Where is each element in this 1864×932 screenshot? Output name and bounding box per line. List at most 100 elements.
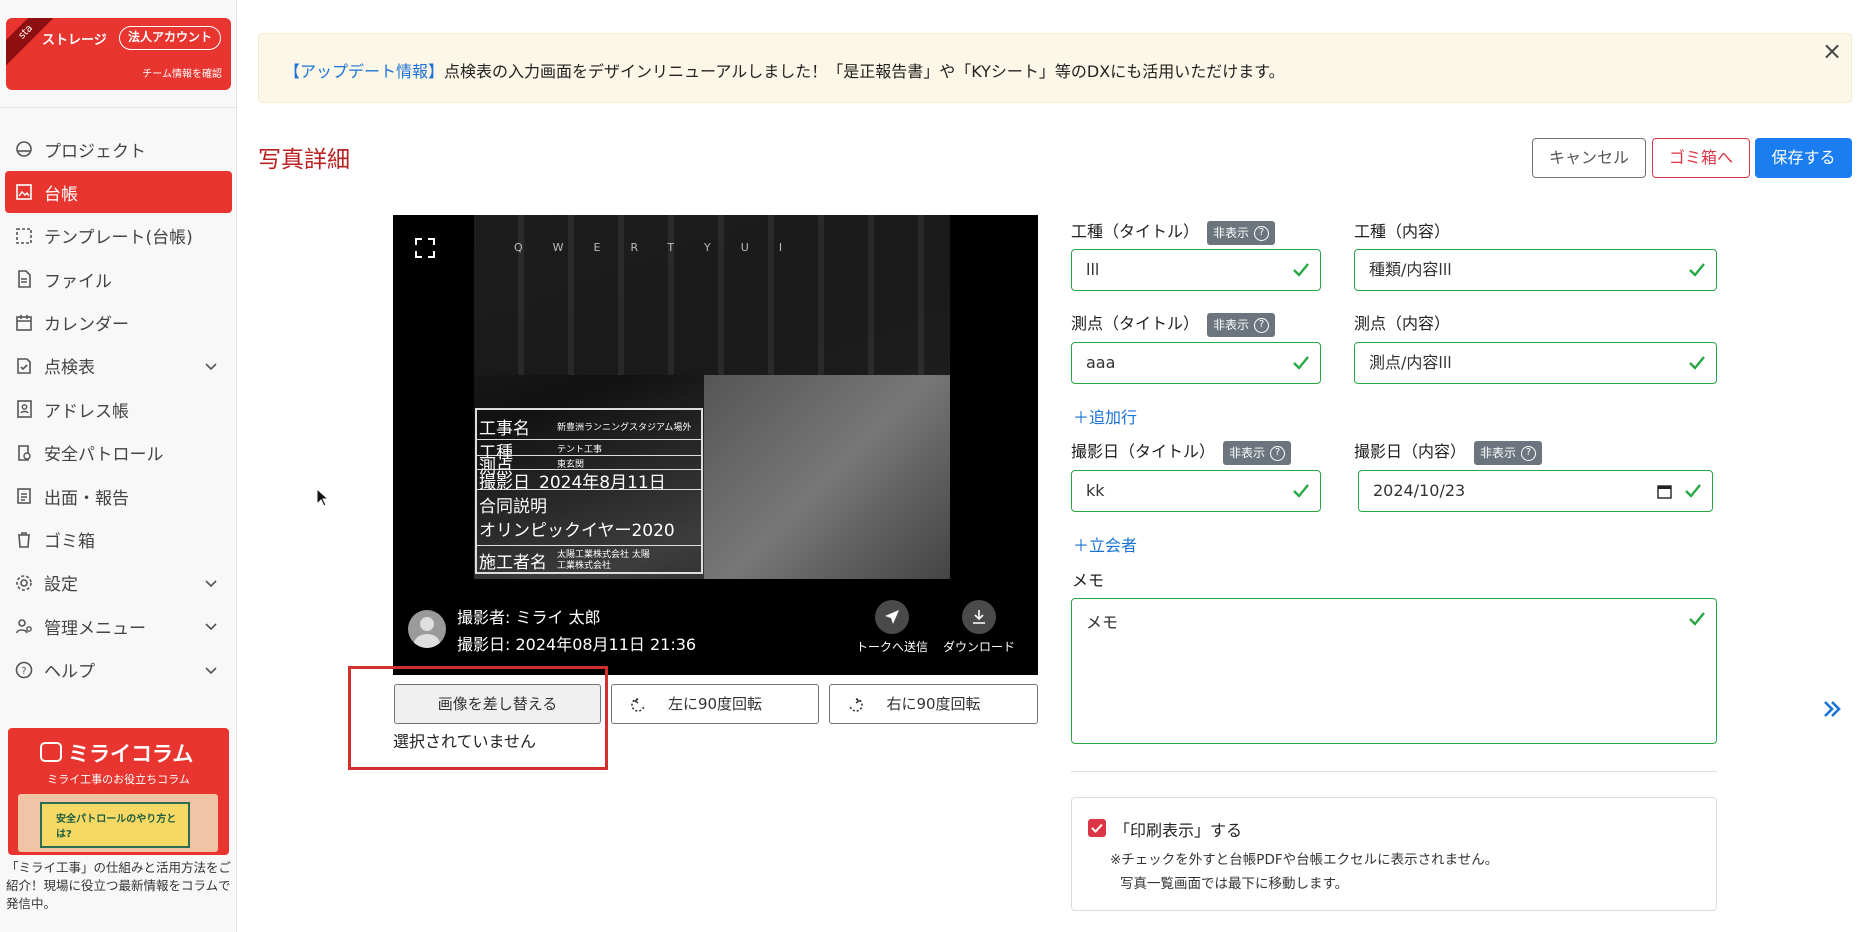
send-to-talk-button[interactable]: トークへ送信 <box>856 600 928 655</box>
sidebar-item-label: プロジェクト <box>44 141 146 162</box>
hide-toggle-badge[interactable]: 非表示? <box>1207 312 1276 337</box>
board-label: オリンピックイヤー2020 <box>479 521 675 541</box>
station-title-label: 測点（タイトル） 非表示? <box>1071 310 1276 337</box>
rotate-left-label: 左に90度回転 <box>667 695 763 713</box>
hide-toggle-badge[interactable]: 非表示? <box>1207 220 1276 245</box>
trackpad-area <box>704 375 950 579</box>
svg-text:?: ? <box>21 666 26 677</box>
mouse-cursor-icon <box>316 488 328 507</box>
rotate-left-button[interactable]: 左に90度回転 <box>611 684 819 724</box>
brand-header[interactable]: sta ストレージ 法人アカウント チーム情報を確認 <box>6 18 231 90</box>
print-note: ※チェックを外すと台帳PDFや台帳エクセルに表示されません。 <box>1110 852 1499 868</box>
chevron-down-icon[interactable] <box>202 661 220 679</box>
sidebar-item-ledger[interactable]: 台帳 <box>5 171 232 214</box>
sidebar-item-calendar[interactable]: カレンダー <box>5 302 232 344</box>
help-icon: ? <box>13 659 35 681</box>
send-icon <box>875 600 909 634</box>
sidebar-divider <box>0 107 237 108</box>
work-type-content-input[interactable]: 種類/内容lll <box>1354 249 1717 291</box>
address-book-icon <box>13 398 35 420</box>
add-witness-link[interactable]: ＋立会者 <box>1073 532 1137 556</box>
chevron-down-icon[interactable] <box>202 617 220 635</box>
station-content-input[interactable]: 測点/内容lll <box>1354 342 1717 384</box>
memo-textarea[interactable]: メモ <box>1071 598 1717 744</box>
date-title-input[interactable]: kk <box>1071 470 1321 512</box>
sidebar-item-address-book[interactable]: アドレス帳 <box>5 388 232 430</box>
help-icon[interactable]: ? <box>1254 225 1270 241</box>
double-chevron-right-icon[interactable] <box>1820 697 1844 721</box>
sidebar-item-label: ヘルプ <box>44 662 95 683</box>
station-title-input[interactable]: aaa <box>1071 342 1321 384</box>
sidebar-item-label: ゴミ箱 <box>44 532 95 553</box>
gear-icon <box>13 572 35 594</box>
fullscreen-icon[interactable] <box>414 237 436 259</box>
trash-icon <box>13 529 35 551</box>
mirai-column-banner[interactable]: ミライコラム ミライ工事のお役立ちコラム 安全パトロールのやり方とは? <box>8 728 229 855</box>
check-icon <box>1293 356 1309 370</box>
team-info-link[interactable]: チーム情報を確認 <box>142 65 222 80</box>
report-icon <box>13 485 35 507</box>
check-icon <box>1689 263 1705 277</box>
sidebar-item-label: 台帳 <box>44 184 78 205</box>
shot-date: 撮影日: 2024年08月11日 21:36 <box>457 635 697 654</box>
work-type-title-input[interactable]: lll <box>1071 249 1321 291</box>
sidebar-item-label: 設定 <box>44 575 78 596</box>
chevron-down-icon[interactable] <box>202 574 220 592</box>
sidebar-item-admin-menu[interactable]: 管理メニュー <box>5 605 232 647</box>
check-icon <box>1293 263 1309 277</box>
help-icon[interactable]: ? <box>1521 445 1537 461</box>
board-label: 合同説明 <box>479 497 547 517</box>
chevron-down-icon[interactable] <box>202 357 220 375</box>
sidebar-item-settings[interactable]: 設定 <box>5 562 232 604</box>
hide-toggle-badge[interactable]: 非表示? <box>1474 440 1543 465</box>
close-icon[interactable]: × <box>1819 38 1845 64</box>
print-display-section: 「印刷表示」する ※チェックを外すと台帳PDFや台帳エクセルに表示されません。 … <box>1071 797 1717 911</box>
construction-blackboard: 工事名 新豊洲ランニングスタジアム場外 工種 テント工事 測点 東玄関 撮影日 … <box>475 408 703 574</box>
safety-patrol-icon <box>13 442 35 464</box>
send-talk-label: トークへ送信 <box>856 640 929 654</box>
board-label: 工事名 <box>479 419 530 439</box>
column-art-text: 安全パトロールのやり方とは? <box>56 814 177 840</box>
sidebar-item-safety-patrol[interactable]: 安全パトロール <box>5 432 232 474</box>
sidebar-item-project[interactable]: プロジェクト <box>5 128 232 170</box>
help-icon[interactable]: ? <box>1270 445 1286 461</box>
sidebar-item-file[interactable]: ファイル <box>5 258 232 300</box>
sidebar-item-label: 点検表 <box>44 358 95 379</box>
calendar-icon <box>13 312 35 334</box>
calendar-icon[interactable] <box>1657 484 1672 499</box>
project-icon <box>13 138 35 160</box>
sidebar-item-trash[interactable]: ゴミ箱 <box>5 519 232 561</box>
sidebar-item-label: テンプレート(台帳) <box>44 228 193 249</box>
rotate-right-icon <box>849 698 863 712</box>
avatar <box>408 610 446 648</box>
section-divider <box>1071 771 1717 772</box>
sidebar-item-template[interactable]: テンプレート(台帳) <box>5 215 232 257</box>
board-label: 施工者名 <box>479 553 547 573</box>
template-icon <box>13 225 35 247</box>
sidebar-item-report[interactable]: 出面・報告 <box>5 475 232 517</box>
sidebar-item-label: カレンダー <box>44 315 129 336</box>
ledger-icon <box>13 181 35 203</box>
photographer: 撮影者: ミライ 太郎 <box>457 608 601 627</box>
column-subtitle: ミライ工事のお役立ちコラム <box>47 773 190 786</box>
print-display-checkbox[interactable] <box>1088 819 1106 837</box>
save-button[interactable]: 保存する <box>1755 138 1852 178</box>
update-info-link[interactable]: 【アップデート情報】 <box>284 62 444 81</box>
download-icon <box>962 600 996 634</box>
add-row-link[interactable]: ＋追加行 <box>1073 404 1137 428</box>
cancel-button[interactable]: キャンセル <box>1532 138 1646 178</box>
date-content-label: 撮影日（内容） 非表示? <box>1354 438 1543 465</box>
sidebar-item-label: 出面・報告 <box>44 488 129 509</box>
hide-toggle-badge[interactable]: 非表示? <box>1223 440 1292 465</box>
date-content-input[interactable]: 2024/10/23 <box>1358 470 1713 512</box>
help-icon[interactable]: ? <box>1254 317 1270 333</box>
sidebar-item-checklist[interactable]: 点検表 <box>5 345 232 387</box>
work-type-content-label: 工種（内容） <box>1354 222 1451 241</box>
station-content-label: 測点（内容） <box>1354 314 1451 333</box>
sidebar-nav: プロジェクト 台帳 テンプレート(台帳) ファイル カレンダー 点検表 アドレス… <box>5 128 232 692</box>
sidebar-item-help[interactable]: ? ヘルプ <box>5 649 232 691</box>
print-display-label: 「印刷表示」する <box>1114 821 1243 840</box>
move-to-trash-button[interactable]: ゴミ箱へ <box>1652 138 1750 178</box>
rotate-right-button[interactable]: 右に90度回転 <box>829 684 1038 724</box>
download-button[interactable]: ダウンロード <box>943 600 1015 655</box>
